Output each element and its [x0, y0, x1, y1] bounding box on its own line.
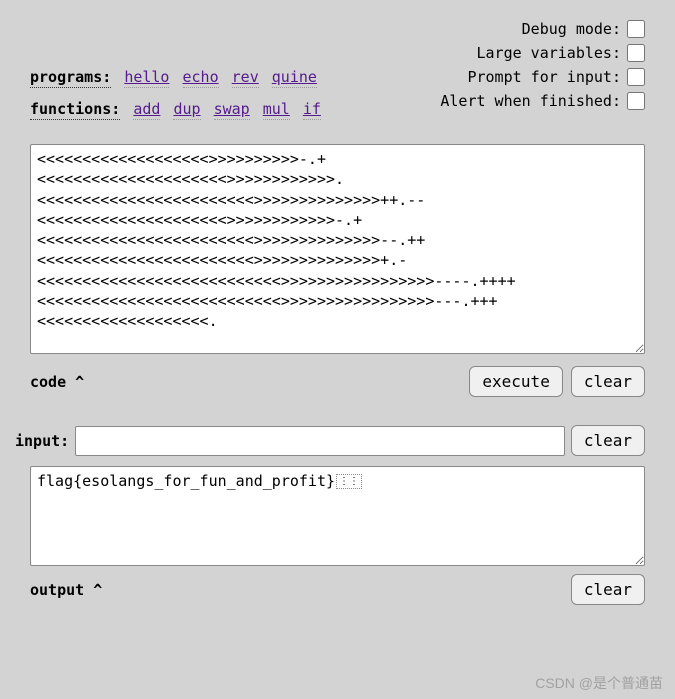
output-textarea[interactable]: flag{esolangs_for_fun_and_profit}⋮⋮ — [30, 466, 645, 566]
output-section-label: output ^ — [30, 581, 102, 599]
code-clear-button[interactable]: clear — [571, 366, 645, 397]
code-textarea[interactable] — [30, 144, 645, 354]
input-label: input: — [15, 432, 69, 450]
program-link-echo[interactable]: echo — [183, 68, 219, 88]
program-link-rev[interactable]: rev — [232, 68, 259, 88]
function-link-add[interactable]: add — [133, 100, 160, 120]
code-section-label: code ^ — [30, 373, 84, 391]
eof-icon: ⋮⋮ — [336, 474, 362, 490]
functions-label: functions: — [30, 100, 120, 120]
debug-checkbox[interactable] — [627, 20, 645, 38]
alert-label: Alert when finished: — [440, 92, 621, 110]
programs-label: programs: — [30, 68, 111, 88]
prompt-checkbox[interactable] — [627, 68, 645, 86]
programs-row: programs: hello echo rev quine — [30, 68, 321, 86]
output-text: flag{esolangs_for_fun_and_profit} — [37, 472, 335, 490]
program-link-quine[interactable]: quine — [272, 68, 317, 88]
large-vars-checkbox[interactable] — [627, 44, 645, 62]
alert-checkbox[interactable] — [627, 92, 645, 110]
program-link-hello[interactable]: hello — [124, 68, 169, 88]
function-link-mul[interactable]: mul — [263, 100, 290, 120]
function-link-dup[interactable]: dup — [173, 100, 200, 120]
prompt-label: Prompt for input: — [467, 68, 621, 86]
input-clear-button[interactable]: clear — [571, 425, 645, 456]
function-link-if[interactable]: if — [303, 100, 321, 120]
large-vars-label: Large variables: — [477, 44, 622, 62]
function-link-swap[interactable]: swap — [214, 100, 250, 120]
functions-row: functions: add dup swap mul if — [30, 100, 321, 118]
input-field[interactable] — [75, 426, 565, 456]
debug-label: Debug mode: — [522, 20, 621, 38]
watermark-text: CSDN @是个普通苗 — [535, 673, 663, 693]
options-panel: Debug mode: Large variables: Prompt for … — [440, 20, 645, 116]
execute-button[interactable]: execute — [469, 366, 562, 397]
output-clear-button[interactable]: clear — [571, 574, 645, 605]
